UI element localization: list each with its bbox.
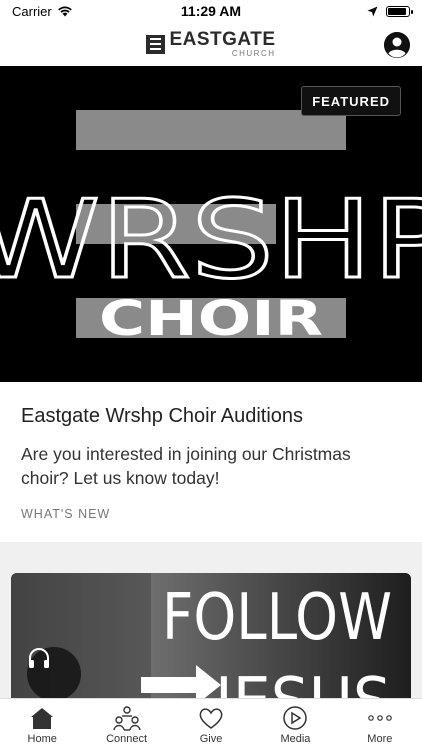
media-card-text-bottom: JESUS — [211, 665, 391, 698]
featured-image-text-bottom: CHOIR — [99, 291, 323, 347]
featured-image: WRSHP CHOIR FEATURED — [0, 66, 422, 382]
play-icon — [283, 706, 308, 730]
card-category: WHAT'S NEW — [21, 507, 111, 521]
tab-connect[interactable]: Connect — [84, 699, 168, 750]
profile-button[interactable] — [384, 32, 410, 58]
connect-icon — [112, 706, 141, 731]
logo-name: EASTGATE — [169, 29, 276, 50]
card-title: Eastgate Wrshp Choir Auditions — [21, 405, 304, 427]
heart-icon — [199, 708, 223, 729]
tab-media-label: Media — [280, 733, 311, 745]
tab-give-label: Give — [199, 733, 223, 745]
headphones-icon — [29, 648, 49, 668]
logo-mark-icon — [146, 34, 166, 54]
user-circle-icon — [384, 32, 410, 58]
app-header: EASTGATE CHURCH — [0, 22, 422, 66]
location-arrow-icon — [367, 6, 378, 16]
battery-level — [388, 7, 406, 15]
featured-image-text-top: WRSHP — [0, 178, 422, 303]
status-time: 11:29 AM — [180, 3, 242, 19]
tab-media[interactable]: Media — [253, 699, 337, 750]
church-logo: EASTGATE CHURCH — [146, 30, 275, 58]
media-card-text-top: FOLLOW — [162, 581, 392, 655]
status-bar: Carrier 11:29 AM — [0, 0, 422, 22]
tab-more[interactable]: More — [338, 699, 422, 750]
media-card[interactable]: FOLLOW JESUS — [11, 573, 411, 698]
tab-home-label: Home — [27, 733, 57, 745]
tab-more-label: More — [367, 733, 393, 745]
more-icon — [368, 715, 392, 721]
tab-connect-label: Connect — [106, 733, 148, 745]
featured-badge: FEATURED — [301, 86, 401, 116]
tab-home[interactable]: Home — [0, 699, 84, 750]
tab-bar: Home Connect Give Media More — [0, 698, 422, 750]
audio-button[interactable] — [27, 647, 81, 698]
feed[interactable]: WRSHP CHOIR FEATURED Eastgate Wrshp Choi… — [0, 66, 422, 698]
tab-give[interactable]: Give — [169, 699, 253, 750]
battery-icon — [386, 5, 413, 17]
card-description: Are you interested in joining our Christ… — [21, 444, 351, 488]
featured-card[interactable]: WRSHP CHOIR FEATURED Eastgate Wrshp Choi… — [0, 66, 422, 542]
home-icon — [31, 708, 54, 729]
logo-subtitle: CHURCH — [231, 49, 276, 58]
wifi-icon — [57, 6, 72, 17]
carrier-label: Carrier — [12, 3, 52, 19]
